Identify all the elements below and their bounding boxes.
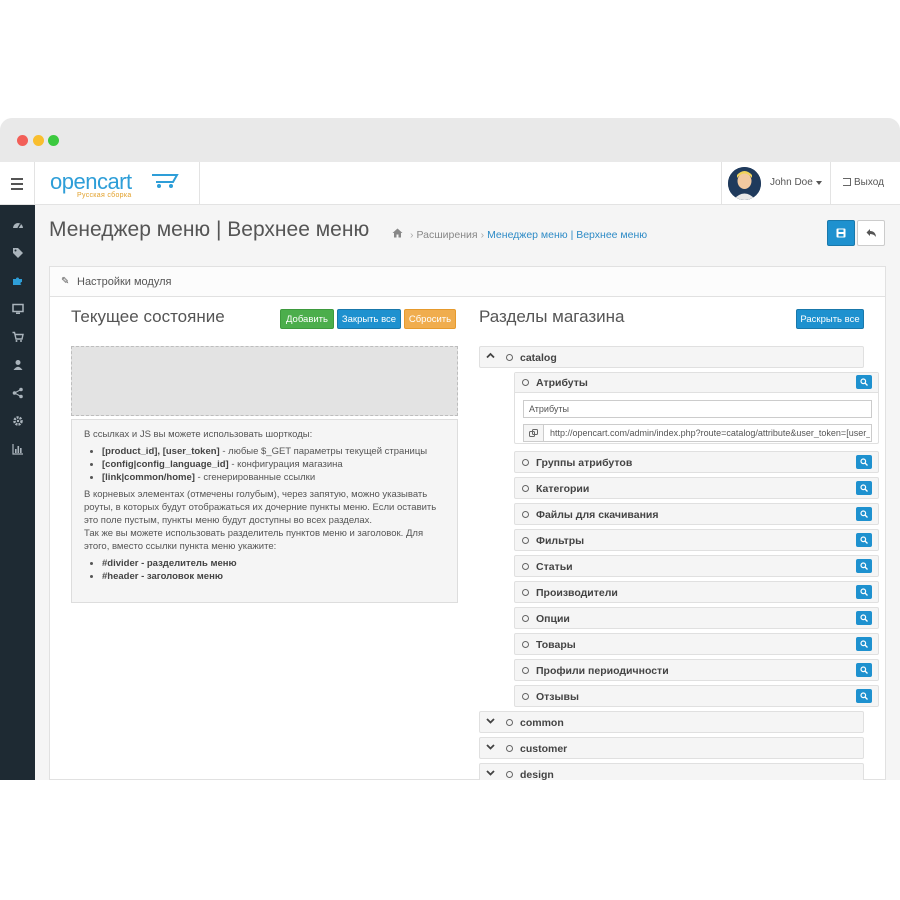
home-icon[interactable] (392, 228, 403, 241)
breadcrumb-item-current[interactable]: Менеджер меню | Верхнее меню (487, 229, 647, 241)
chevron-down-icon[interactable] (486, 742, 495, 753)
circle-icon (522, 589, 529, 596)
username: John Doe (770, 177, 813, 188)
user-icon[interactable] (8, 355, 27, 374)
browser-window: opencart Русская сборка John Doe Выход М… (0, 118, 900, 780)
circle-icon (522, 615, 529, 622)
expand-all-button[interactable]: Раскрыть все (796, 309, 864, 329)
tree-item[interactable]: Статьи (514, 555, 879, 577)
main-content: Менеджер меню | Верхнее меню › Расширения… (35, 205, 900, 780)
search-icon[interactable] (856, 637, 872, 651)
collapse-all-button[interactable]: Закрыть все (337, 309, 401, 329)
search-icon[interactable] (856, 455, 872, 469)
item-url-field[interactable]: http://opencart.com/admin/index.php?rout… (523, 424, 872, 442)
bar-chart-icon[interactable] (8, 439, 27, 458)
search-icon[interactable] (856, 533, 872, 547)
module-settings-panel: ✎ Настройки модуля Текущее состояние Доб… (49, 266, 886, 780)
window-titlebar (0, 118, 900, 162)
maximize-window-button[interactable] (48, 135, 59, 146)
menu-toggle-icon[interactable] (0, 162, 35, 205)
circle-icon (522, 693, 529, 700)
reply-icon (866, 229, 876, 237)
circle-icon (522, 511, 529, 518)
circle-icon (522, 485, 529, 492)
breadcrumb: › Расширения › Менеджер меню | Верхнее меню (392, 228, 647, 241)
tree-item[interactable]: Группы атрибутов (514, 451, 879, 473)
circle-icon (522, 379, 529, 386)
search-icon[interactable] (856, 689, 872, 703)
search-icon[interactable] (856, 507, 872, 521)
current-state-title: Текущее состояние (71, 307, 225, 326)
circle-icon (506, 745, 513, 752)
save-button[interactable] (827, 220, 855, 246)
tree-item[interactable]: Фильтры (514, 529, 879, 551)
breadcrumb-item-extensions[interactable]: Расширения (417, 229, 478, 241)
search-icon[interactable] (856, 559, 872, 573)
caret-down-icon (816, 181, 822, 185)
shortcode-help: В ссылках и JS вы можете использовать шо… (71, 419, 458, 603)
search-icon[interactable] (856, 481, 872, 495)
circle-icon (522, 459, 529, 466)
store-sections-title: Разделы магазина (479, 307, 625, 326)
minimize-window-button[interactable] (33, 135, 44, 146)
tree-item[interactable]: Категории (514, 477, 879, 499)
dashboard-icon[interactable] (8, 215, 27, 234)
tree-section-catalog[interactable]: catalog (479, 346, 864, 368)
link-icon (524, 425, 544, 441)
item-name-field[interactable] (523, 400, 872, 418)
close-window-button[interactable] (17, 135, 28, 146)
tags-icon[interactable] (8, 243, 27, 262)
puzzle-icon[interactable] (8, 271, 27, 290)
tree-item[interactable]: Файлы для скачивания (514, 503, 879, 525)
tree-item[interactable]: Товары (514, 633, 879, 655)
page-title: Менеджер меню | Верхнее меню (49, 218, 370, 241)
sign-out-icon (843, 178, 851, 186)
tree-item[interactable]: Производители (514, 581, 879, 603)
search-icon[interactable] (856, 663, 872, 677)
cart-icon[interactable] (8, 327, 27, 346)
user-menu[interactable]: John Doe (721, 162, 831, 205)
tree-item[interactable]: Профили периодичности (514, 659, 879, 681)
search-icon[interactable] (856, 585, 872, 599)
circle-icon (522, 641, 529, 648)
opencart-logo[interactable]: opencart Русская сборка (50, 169, 200, 199)
save-icon (836, 228, 846, 238)
chevron-up-icon[interactable] (486, 351, 495, 362)
tree-section[interactable]: design (479, 763, 864, 780)
reset-button[interactable]: Сбросить (404, 309, 456, 329)
pencil-icon: ✎ (61, 276, 70, 287)
circle-icon (506, 719, 513, 726)
tree-item[interactable]: Опции (514, 607, 879, 629)
logout-link[interactable]: Выход (843, 177, 884, 188)
circle-icon (506, 354, 513, 361)
cart-logo-icon (152, 174, 179, 188)
menu-drop-area[interactable] (71, 346, 458, 416)
desktop-icon[interactable] (8, 299, 27, 318)
chevron-down-icon[interactable] (486, 716, 495, 727)
gear-icon[interactable] (8, 411, 27, 430)
tree-item[interactable]: Отзывы (514, 685, 879, 707)
circle-icon (522, 563, 529, 570)
circle-icon (522, 537, 529, 544)
tree-section[interactable]: customer (479, 737, 864, 759)
tree-section[interactable]: common (479, 711, 864, 733)
panel-heading: ✎ Настройки модуля (50, 267, 885, 297)
circle-icon (522, 667, 529, 674)
chevron-down-icon[interactable] (486, 768, 495, 779)
back-button[interactable] (857, 220, 885, 246)
avatar (728, 167, 761, 200)
share-icon[interactable] (8, 383, 27, 402)
search-icon[interactable] (856, 375, 872, 389)
circle-icon (506, 771, 513, 778)
top-header: opencart Русская сборка John Doe Выход (0, 162, 900, 205)
tree-item-expanded: Атрибуты http://opencart.com/admin/index… (514, 372, 879, 444)
search-icon[interactable] (856, 611, 872, 625)
sidebar (0, 205, 35, 780)
add-button[interactable]: Добавить (280, 309, 334, 329)
